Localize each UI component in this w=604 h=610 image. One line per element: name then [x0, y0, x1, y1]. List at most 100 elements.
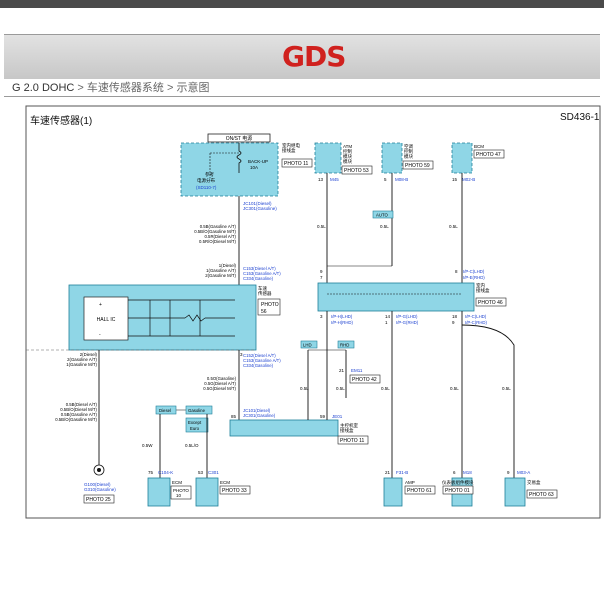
photo-11-label: PHOTO 11	[284, 161, 308, 167]
wire-05l-rhd: 0.5L	[336, 386, 345, 391]
rhd-label: RHD	[340, 343, 349, 348]
wire-left-4: 0.5B/O(Gasoline M/T)	[55, 417, 97, 422]
ip-hr-rhd[interactable]: I/P-H(RHD)	[331, 320, 354, 325]
ecm-gas-box	[195, 477, 219, 507]
atm-module	[314, 142, 342, 174]
wire-05l-bcm: 0.5L	[449, 224, 458, 229]
wire-upper-4: 0.5R/O(Diesel M/T)	[199, 239, 237, 244]
photo-63-label: PHOTO 63	[529, 492, 554, 498]
gasoline-tag-label: Gasoline	[188, 408, 206, 413]
c104k-label[interactable]: C104-K	[158, 470, 173, 475]
ref-link[interactable]: (SD110-7)	[196, 185, 217, 190]
pin-6: 6	[453, 470, 456, 475]
bcm-label: BCM	[474, 144, 484, 149]
ip-g-lhd[interactable]: I/P-G(LHD)	[396, 314, 418, 319]
g310-label[interactable]: G310(Gasoline)	[84, 487, 116, 492]
photo-25-label: PHOTO 25	[86, 497, 111, 503]
ac-label-3: 模块	[404, 153, 413, 160]
pin-9b: 9	[452, 320, 455, 325]
m08b-label[interactable]: M08-B	[395, 177, 408, 182]
em11-label[interactable]: EM11	[351, 368, 363, 373]
ip-c-lhd2[interactable]: I/P-C(LHD)	[465, 314, 487, 319]
wire-05l-ac: 0.5L	[380, 224, 389, 229]
je01-label[interactable]: JE01	[332, 414, 343, 419]
backup-label: BACK-UP	[248, 159, 268, 164]
pin-1: 1	[385, 320, 388, 325]
cluster-label: 仪表板组件模块	[442, 479, 474, 486]
m45-label[interactable]: M45	[330, 177, 339, 182]
seat-box	[504, 477, 526, 507]
amp-box	[383, 477, 403, 507]
pin-5: 5	[384, 177, 387, 182]
jc301-label[interactable]: JC301(Gasoline)	[243, 413, 276, 418]
pin-14: 14	[385, 314, 391, 319]
wire-05l-atm: 0.5L	[317, 224, 326, 229]
lhd-label: LHD	[303, 343, 312, 348]
amp-label: AMP	[405, 480, 415, 485]
junction-name-2: 接线盒	[476, 287, 490, 294]
photo-59-label: PHOTO 59	[405, 163, 430, 169]
auto-label: AUTO	[376, 213, 389, 218]
backup-amp: 10A	[250, 165, 258, 170]
pin-3b: 3	[320, 314, 323, 319]
conn-bot-r-3[interactable]: C334(Gasoline)	[243, 363, 274, 368]
c301-label[interactable]: C301	[208, 470, 219, 475]
pin-8: 8	[455, 269, 458, 274]
pin-15: 15	[452, 177, 458, 182]
photo-01-label: PHOTO 01	[445, 488, 470, 494]
bcm-module	[451, 142, 473, 174]
ip-e-rhd[interactable]: I/P-E(RHD)	[463, 275, 485, 280]
ip-cr-rhd[interactable]: I/P-C(RHD)	[465, 320, 488, 325]
conn-top-code-3[interactable]: C334(Gasoline)	[243, 276, 274, 281]
f31b-label[interactable]: F31-B	[396, 470, 408, 475]
wire-05sw: 0.5W	[142, 443, 153, 448]
pin-7: 7	[320, 275, 323, 280]
pin-9c: 9	[507, 470, 510, 475]
on-st-label: ON/ST 电源	[226, 135, 253, 142]
photo-33-label: PHOTO 33	[222, 488, 247, 494]
ip-gr-rhd[interactable]: I/P-G(RHD)	[396, 320, 419, 325]
ip-h-lhd[interactable]: I/P-H(LHD)	[331, 314, 353, 319]
m02b-label[interactable]: M02-B	[462, 177, 475, 182]
ac-module	[381, 142, 403, 174]
ip-c-lhd[interactable]: I/P-C(LHD)	[463, 269, 485, 274]
wire-05l-seat: 0.5L	[502, 386, 511, 391]
jc-pin-59: 59	[320, 414, 326, 419]
wiring-diagram: ON/ST 电源 室内继电 接线盒 PHOTO 11 BACK-UP 10A 参…	[25, 105, 601, 519]
ground-dot	[97, 468, 101, 472]
junction-block-lower	[229, 419, 339, 437]
photo-11b-label: PHOTO 11	[340, 438, 364, 444]
photo-47-label: PHOTO 47	[476, 152, 501, 158]
photo-46-label: PHOTO 46	[478, 300, 503, 306]
photo-53-label: PHOTO 53	[344, 168, 369, 174]
photo-56-line2: 56	[261, 309, 267, 315]
m18-label[interactable]: M18	[463, 470, 472, 475]
ecm-label-2: ECM	[220, 480, 230, 485]
pin-9: 9	[320, 269, 323, 274]
m03a-label[interactable]: M03-A	[517, 470, 530, 475]
pin-75: 75	[148, 470, 154, 475]
ref-label-1: 参考	[205, 171, 214, 178]
except-euro-2: Euro	[190, 426, 200, 431]
sensor-name-2: 传感器	[258, 290, 272, 297]
pin-21b: 21	[385, 470, 391, 475]
atm-label-4: 模块	[343, 158, 352, 165]
pin-13: 13	[318, 177, 324, 182]
conn-top-3: 2(Gasoline M/T)	[205, 273, 236, 278]
except-euro-1: Except	[188, 420, 202, 425]
wire-05lo: 0.5L/O	[185, 443, 199, 448]
photo-56-line1: PHOTO	[261, 302, 279, 308]
junction-block-upper	[317, 282, 475, 312]
jc301-gasoline[interactable]: JC301(Gasoline)	[243, 206, 277, 211]
hall-ic-label: HALL IC	[97, 317, 116, 323]
ref-label-2: 电源分布	[197, 177, 215, 184]
pin-21: 21	[339, 368, 345, 373]
photo-10-line2: 10	[176, 493, 182, 498]
fuse-box-name-2: 接线盒	[282, 147, 296, 154]
ecm-diesel-box	[147, 477, 171, 507]
diesel-tag-label: Diesel	[159, 408, 171, 413]
pin-18: 18	[452, 314, 458, 319]
conn-bot-l-3: 1(Gasoline M/T)	[66, 362, 97, 367]
wire-05l-amp: 0.5L	[381, 386, 390, 391]
pin-53: 53	[198, 470, 204, 475]
